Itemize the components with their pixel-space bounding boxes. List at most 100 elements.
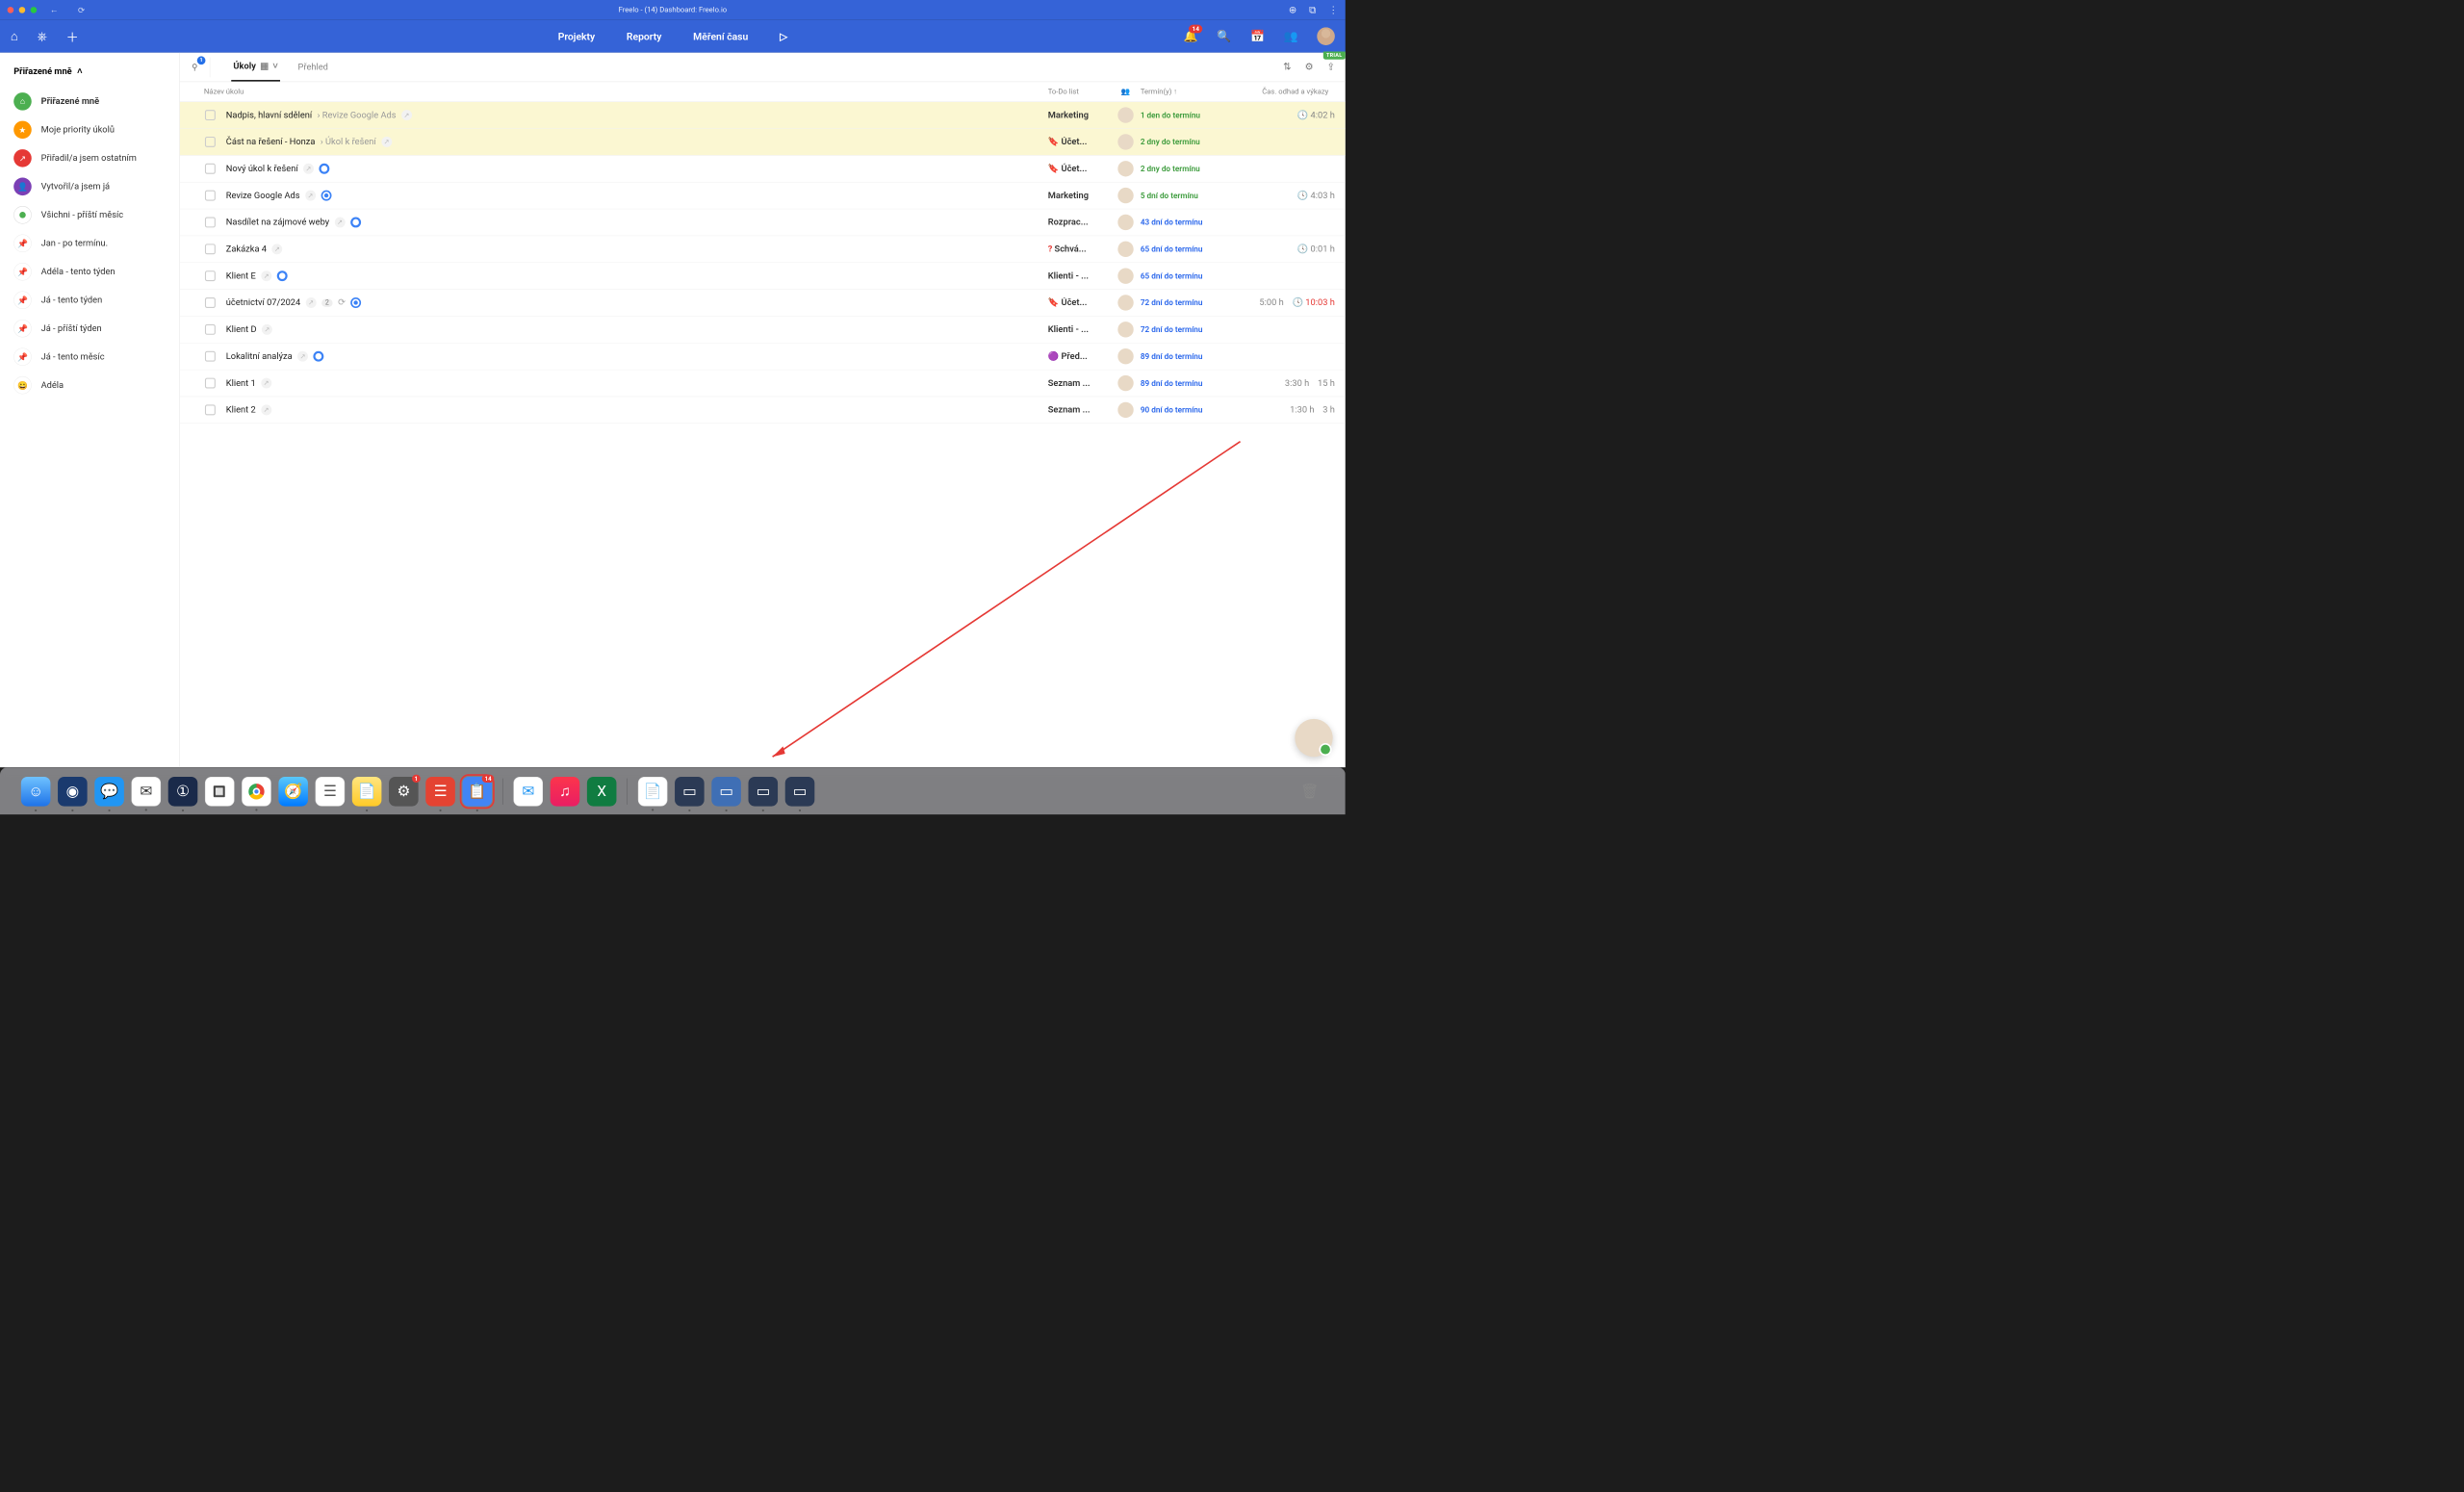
zoom-icon[interactable]: ⊕ bbox=[1289, 5, 1296, 15]
task-row[interactable]: Nasdílet na zájmové weby ↗ Rozprac... 43… bbox=[180, 209, 1346, 236]
task-assignee[interactable] bbox=[1111, 107, 1141, 122]
task-checkbox[interactable] bbox=[205, 164, 216, 174]
task-checkbox[interactable] bbox=[205, 297, 216, 308]
task-todo-list[interactable]: Rozprac... bbox=[1048, 217, 1112, 227]
task-checkbox[interactable] bbox=[205, 244, 216, 254]
extensions-icon[interactable]: ⧉ bbox=[1309, 5, 1316, 15]
dock-win-1[interactable]: ▭ bbox=[675, 777, 705, 807]
sidebar-item-4[interactable]: Všichni - příští měsíc bbox=[0, 201, 179, 229]
nav-reports[interactable]: Reporty bbox=[627, 30, 662, 42]
open-task-icon[interactable]: ↗ bbox=[305, 191, 316, 201]
task-todo-list[interactable]: Seznam ... bbox=[1048, 378, 1112, 389]
dock-win-2[interactable]: ▭ bbox=[711, 777, 741, 807]
task-assignee[interactable] bbox=[1111, 215, 1141, 230]
task-assignee[interactable] bbox=[1111, 268, 1141, 283]
people-icon[interactable]: 👥 bbox=[1284, 30, 1298, 43]
dock-freelo[interactable]: 📋14 bbox=[462, 777, 492, 807]
task-checkbox[interactable] bbox=[205, 378, 216, 389]
col-time[interactable]: Čas. odhad a výkazy bbox=[1241, 88, 1335, 96]
settings-gear-icon[interactable]: ⚙ bbox=[1305, 62, 1314, 72]
dock-win-3[interactable]: ▭ bbox=[749, 777, 779, 807]
dock-app-1[interactable]: ◉ bbox=[58, 777, 88, 807]
maximize-window[interactable] bbox=[31, 7, 38, 13]
task-assignee[interactable] bbox=[1111, 375, 1141, 391]
open-task-icon[interactable]: ↗ bbox=[261, 270, 271, 281]
open-task-icon[interactable]: ↗ bbox=[271, 244, 282, 254]
menu-dots-icon[interactable]: ⋮ bbox=[1328, 5, 1338, 15]
export-icon[interactable]: ⇪ bbox=[1327, 62, 1335, 72]
sidebar-item-3[interactable]: 👤Vytvořil/a jsem já bbox=[0, 172, 179, 200]
col-assignee-icon[interactable]: 👥 bbox=[1111, 88, 1141, 96]
chat-avatar-fab[interactable] bbox=[1295, 719, 1332, 757]
task-assignee[interactable] bbox=[1111, 322, 1141, 337]
dock-messages[interactable]: 💬 bbox=[94, 777, 124, 807]
col-name[interactable]: Název úkolu bbox=[191, 88, 1048, 96]
task-row[interactable]: Klient 2 ↗ Seznam ... 90 dní do termínu … bbox=[180, 397, 1346, 424]
open-task-icon[interactable]: ↗ bbox=[335, 217, 346, 227]
task-todo-list[interactable]: Klienti - ... bbox=[1048, 270, 1112, 281]
user-avatar[interactable] bbox=[1317, 27, 1335, 45]
task-checkbox[interactable] bbox=[205, 351, 216, 362]
task-checkbox[interactable] bbox=[205, 404, 216, 415]
open-task-icon[interactable]: ↗ bbox=[261, 378, 271, 389]
task-todo-list[interactable]: Marketing bbox=[1048, 110, 1112, 120]
nav-play-icon[interactable]: ▷ bbox=[780, 30, 787, 42]
col-todo[interactable]: To-Do list bbox=[1048, 88, 1112, 96]
task-row[interactable]: Klient E ↗ Klienti - ... 65 dní do termí… bbox=[180, 263, 1346, 290]
filter-button[interactable]: ⚲ 1 bbox=[191, 57, 211, 77]
task-assignee[interactable] bbox=[1111, 295, 1141, 310]
task-todo-list[interactable]: 🔖 Účet... bbox=[1048, 137, 1112, 147]
task-row[interactable]: Klient D ↗ Klienti - ... 72 dní do termí… bbox=[180, 317, 1346, 344]
dock-reminders[interactable]: ☰ bbox=[316, 777, 346, 807]
open-task-icon[interactable]: ↗ bbox=[401, 110, 412, 120]
task-assignee[interactable] bbox=[1111, 242, 1141, 257]
dock-finder[interactable]: ☺ bbox=[21, 777, 51, 807]
dock-win-4[interactable]: ▭ bbox=[785, 777, 815, 807]
open-task-icon[interactable]: ↗ bbox=[303, 164, 314, 174]
sidebar-item-6[interactable]: 📌Adéla - tento týden bbox=[0, 258, 179, 286]
dock-mail-2[interactable]: ✉ bbox=[513, 777, 543, 807]
sidebar-item-8[interactable]: 📌Já - příští týden bbox=[0, 315, 179, 343]
sidebar-item-9[interactable]: 📌Já - tento měsíc bbox=[0, 343, 179, 371]
dock-settings[interactable]: ⚙1 bbox=[389, 777, 419, 807]
calendar-icon[interactable]: 📅 bbox=[1250, 30, 1265, 43]
dock-todoist[interactable]: ☰ bbox=[425, 777, 455, 807]
sidebar-item-2[interactable]: ↗Přiřadil/a jsem ostatním bbox=[0, 144, 179, 172]
col-terms[interactable]: Termín(y) ↑ bbox=[1141, 88, 1241, 96]
task-row[interactable]: Nový úkol k řešení ↗ 🔖 Účet... 2 dny do … bbox=[180, 156, 1346, 183]
sidebar-item-10[interactable]: 😀Adéla bbox=[0, 371, 179, 399]
dock-notes[interactable]: 📄 bbox=[352, 777, 382, 807]
dock-safari[interactable]: 🧭 bbox=[278, 777, 308, 807]
task-assignee[interactable] bbox=[1111, 188, 1141, 203]
open-task-icon[interactable]: ↗ bbox=[306, 297, 317, 308]
search-icon[interactable]: 🔍 bbox=[1217, 30, 1231, 43]
sidebar-item-7[interactable]: 📌Já - tento týden bbox=[0, 286, 179, 314]
task-checkbox[interactable] bbox=[205, 217, 216, 227]
home-icon[interactable]: ⌂ bbox=[11, 29, 18, 44]
sidebar-header[interactable]: Přiřazené mně ˄ bbox=[0, 62, 179, 87]
minimize-window[interactable] bbox=[19, 7, 26, 13]
task-checkbox[interactable] bbox=[205, 191, 216, 201]
task-row[interactable]: účetnictví 07/2024 ↗ 2 ⟳ 🔖 Účet... 72 dn… bbox=[180, 290, 1346, 317]
task-checkbox[interactable] bbox=[205, 324, 216, 335]
task-todo-list[interactable]: 🟣 Před... bbox=[1048, 351, 1112, 362]
dock-excel[interactable]: X bbox=[587, 777, 617, 807]
reload-button[interactable]: ⟳ bbox=[75, 5, 89, 14]
task-row[interactable]: Revize Google Ads ↗ Marketing 5 dní do t… bbox=[180, 182, 1346, 209]
tab-tasks[interactable]: Úkoly ▦ ˅ bbox=[231, 53, 280, 82]
sidebar-item-0[interactable]: ⌂Přiřazené mně bbox=[0, 88, 179, 116]
task-todo-list[interactable]: 🔖 Účet... bbox=[1048, 297, 1112, 308]
task-row[interactable]: Zakázka 4 ↗ ? Schvá... 65 dní do termínu… bbox=[180, 236, 1346, 263]
task-assignee[interactable] bbox=[1111, 348, 1141, 364]
open-task-icon[interactable]: ↗ bbox=[262, 324, 272, 335]
task-row[interactable]: Nadpis, hlavní sdělení › Revize Google A… bbox=[180, 102, 1346, 129]
open-task-icon[interactable]: ↗ bbox=[297, 351, 308, 362]
add-icon[interactable]: ＋ bbox=[66, 27, 79, 45]
task-row[interactable]: Lokalitní analýza ↗ 🟣 Před... 89 dní do … bbox=[180, 344, 1346, 371]
sort-icon[interactable]: ⇅ bbox=[1283, 62, 1291, 72]
task-todo-list[interactable]: ? Schvá... bbox=[1048, 244, 1112, 254]
sidebar-item-5[interactable]: 📌Jan - po termínu. bbox=[0, 229, 179, 257]
close-window[interactable] bbox=[8, 7, 14, 13]
task-todo-list[interactable]: Klienti - ... bbox=[1048, 324, 1112, 335]
task-assignee[interactable] bbox=[1111, 402, 1141, 418]
